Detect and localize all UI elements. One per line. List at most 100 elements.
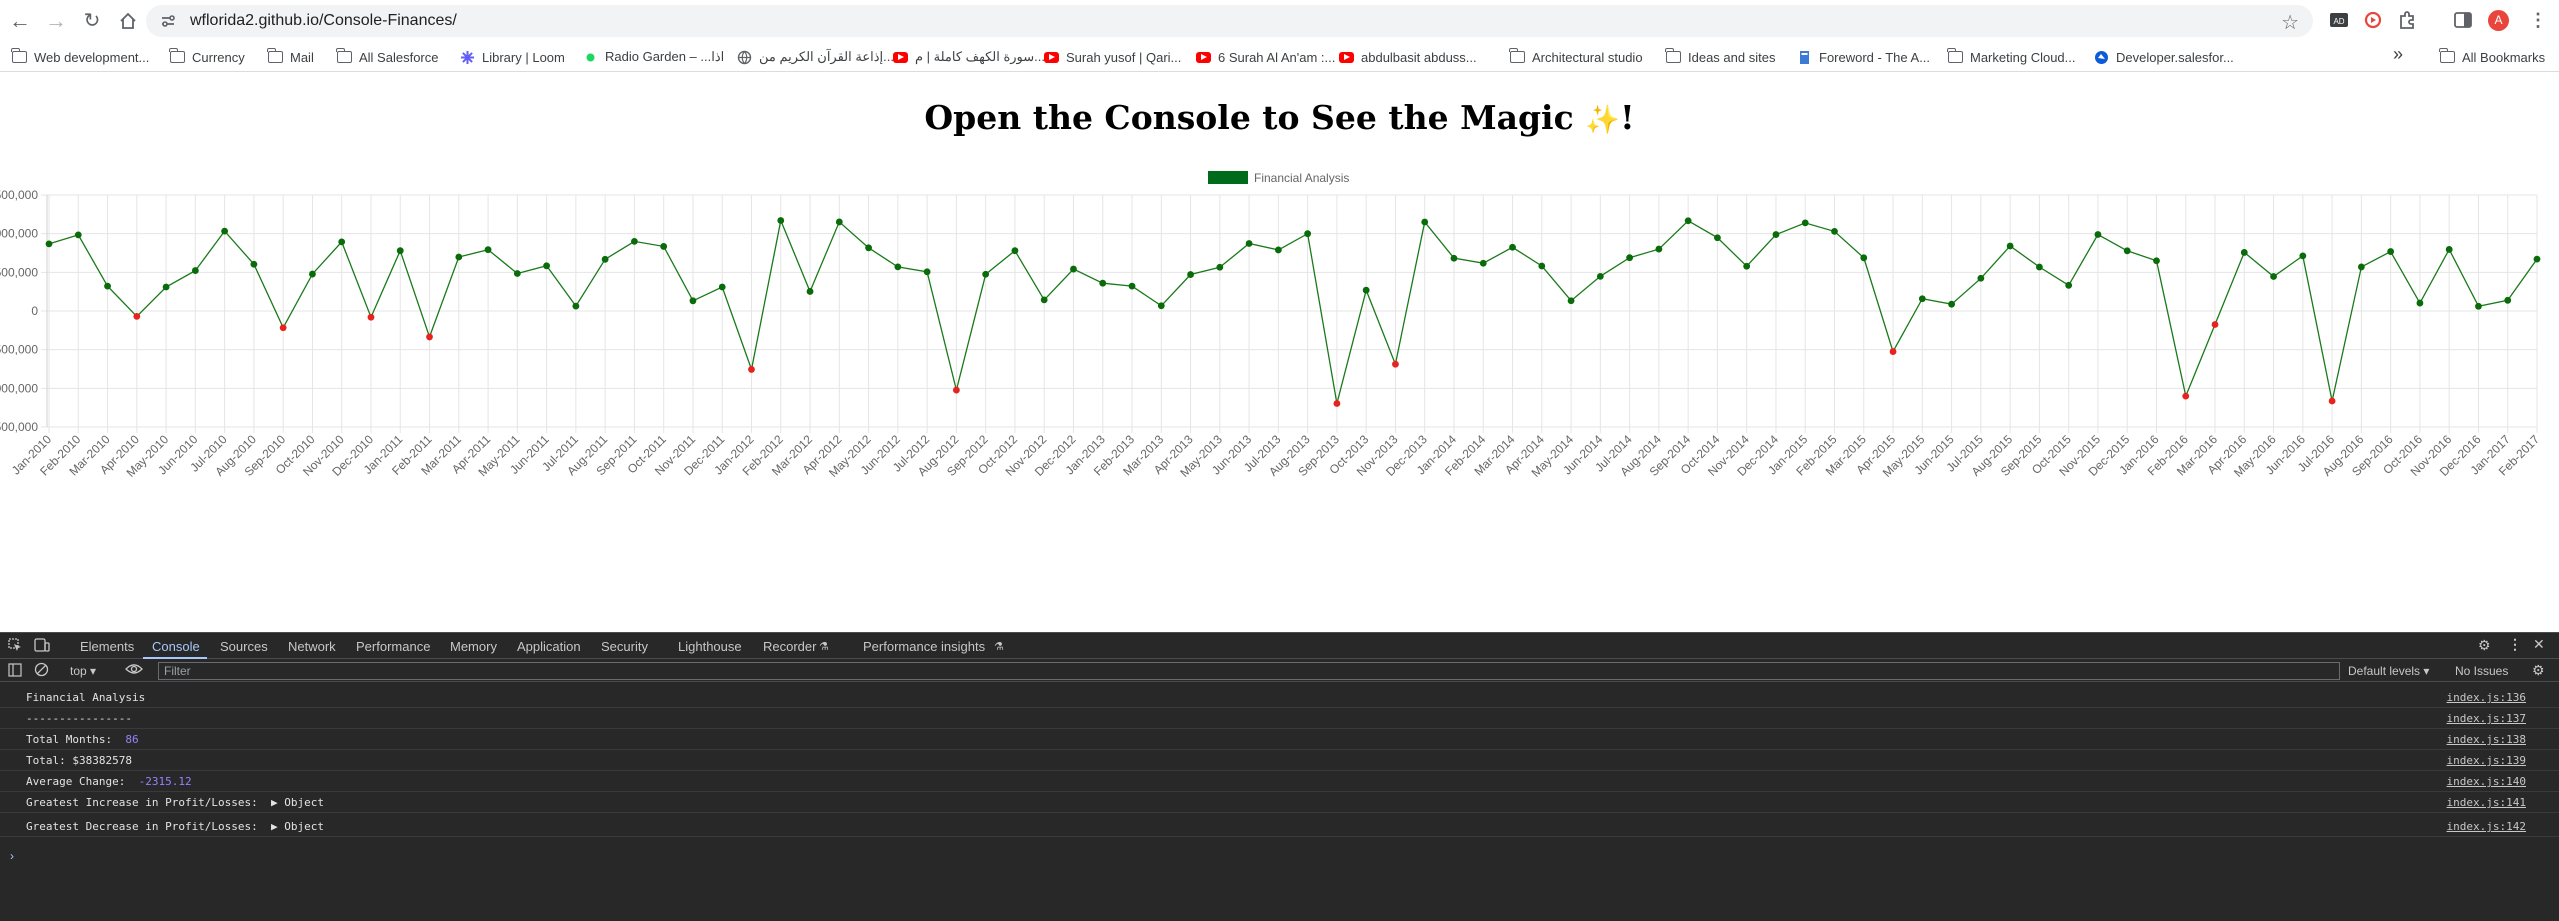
devtools-tab-console[interactable]: Console (152, 639, 200, 654)
bookmark-item[interactable]: Marketing Cloud... (1947, 48, 2076, 66)
data-point[interactable] (1889, 348, 1897, 355)
profile-avatar[interactable]: A (2488, 10, 2509, 31)
bookmark-item[interactable]: Ideas and sites (1665, 48, 1775, 66)
data-point[interactable] (2387, 248, 2395, 255)
devtools-tab-memory[interactable]: Memory (450, 639, 497, 654)
bookmark-item[interactable]: 6 Surah Al An'am :... (1196, 48, 1335, 66)
console-sidebar-icon[interactable] (8, 663, 22, 680)
data-point[interactable] (1918, 295, 1926, 303)
devtools-tab-performance-insights[interactable]: Performance insights (863, 639, 985, 654)
data-point[interactable] (45, 240, 53, 248)
data-point[interactable] (2094, 231, 2102, 238)
data-point[interactable] (133, 312, 141, 320)
data-point[interactable] (2445, 246, 2453, 253)
log-levels-dropdown[interactable]: Default levels ▾ (2348, 664, 2429, 678)
data-point[interactable] (1070, 265, 1077, 273)
data-point[interactable] (1099, 279, 1107, 287)
data-point[interactable] (1216, 263, 1224, 271)
data-point[interactable] (1801, 219, 1809, 227)
data-point[interactable] (2357, 263, 2365, 271)
data-point[interactable] (1157, 302, 1165, 310)
all-bookmarks-button[interactable]: All Bookmarks (2439, 48, 2545, 66)
data-point[interactable] (1948, 300, 1955, 308)
data-point[interactable] (748, 366, 755, 373)
data-point[interactable] (1362, 286, 1370, 294)
devtools-tab-performance[interactable]: Performance (356, 639, 430, 654)
data-point[interactable] (835, 218, 843, 226)
console-settings-icon[interactable]: ⚙ (2532, 662, 2545, 679)
data-point[interactable] (74, 231, 82, 239)
devtools-settings-icon[interactable]: ⚙ (2478, 637, 2491, 654)
bookmark-item[interactable]: Surah yusof | Qari... (1044, 48, 1181, 66)
bookmark-item[interactable]: Mail (267, 48, 314, 66)
data-point[interactable] (718, 283, 726, 291)
data-point[interactable] (2182, 392, 2190, 400)
bookmark-item[interactable]: All Salesforce (336, 48, 438, 66)
data-point[interactable] (1596, 272, 1604, 280)
recorder-extension-icon[interactable] (2362, 9, 2386, 33)
data-point[interactable] (1392, 360, 1399, 368)
data-point[interactable] (250, 260, 258, 268)
data-point[interactable] (2328, 397, 2336, 405)
bookmark-item[interactable]: Architectural studio (1509, 48, 1643, 66)
devtools-more-icon[interactable]: ⋮ (2508, 636, 2522, 653)
devtools-tab-network[interactable]: Network (288, 639, 336, 654)
reload-icon[interactable]: ↻ (79, 8, 105, 34)
data-point[interactable] (2475, 302, 2482, 310)
bookmark-item[interactable]: Radio Garden – ...اذا (583, 48, 724, 66)
devtools-tab-security[interactable]: Security (601, 639, 648, 654)
console-filter-input[interactable] (158, 662, 2340, 680)
data-point[interactable] (1831, 227, 1838, 235)
back-icon[interactable]: ← (7, 8, 33, 34)
console-source-link[interactable]: index.js:137 (2447, 712, 2526, 725)
data-point[interactable] (1772, 231, 1780, 238)
data-point[interactable] (1626, 254, 1634, 262)
bookmark-star-icon[interactable]: ☆ (2281, 10, 2299, 35)
data-point[interactable] (1450, 254, 1458, 262)
console-source-link[interactable]: index.js:142 (2447, 820, 2526, 833)
data-point[interactable] (2299, 252, 2307, 260)
home-icon[interactable] (115, 8, 141, 34)
data-point[interactable] (455, 253, 463, 261)
data-point[interactable] (2036, 263, 2043, 271)
devtools-tab-sources[interactable]: Sources (220, 639, 268, 654)
console-source-link[interactable]: index.js:140 (2447, 775, 2526, 788)
bookmark-item[interactable]: Developer.salesfor... (2094, 48, 2234, 66)
address-bar[interactable]: wflorida2.github.io/Console-Finances/ ☆ (146, 5, 2313, 37)
data-point[interactable] (1655, 245, 1663, 253)
data-point[interactable] (191, 267, 199, 274)
data-point[interactable] (484, 246, 492, 254)
data-point[interactable] (1040, 296, 1048, 304)
data-point[interactable] (1538, 262, 1546, 270)
bookmark-item[interactable]: سورة الكهف كاملة | م... (893, 48, 1045, 66)
bookmark-item[interactable]: Library | Loom (460, 48, 565, 66)
live-expression-eye-icon[interactable] (125, 662, 143, 679)
data-point[interactable] (777, 217, 785, 224)
console-source-link[interactable]: index.js:138 (2447, 733, 2526, 746)
devtools-tab-lighthouse[interactable]: Lighthouse (678, 639, 742, 654)
data-point[interactable] (1333, 400, 1341, 407)
data-point[interactable] (1509, 243, 1516, 251)
data-point[interactable] (982, 270, 990, 278)
data-point[interactable] (572, 302, 580, 310)
data-point[interactable] (2416, 299, 2424, 307)
context-selector[interactable]: top ▾ (70, 664, 96, 678)
data-point[interactable] (601, 255, 609, 263)
data-point[interactable] (1304, 230, 1312, 238)
bookmarks-overflow-button[interactable]: » (2393, 44, 2403, 64)
bookmark-item[interactable]: إذاعة القرآن الكريم من... (737, 48, 894, 66)
devtools-tab-elements[interactable]: Elements (80, 639, 134, 654)
data-point[interactable] (1011, 247, 1019, 255)
data-point[interactable] (1714, 234, 1721, 242)
device-toolbar-icon[interactable] (34, 638, 50, 655)
data-point[interactable] (1860, 254, 1868, 262)
data-point[interactable] (923, 268, 931, 276)
puzzle-extensions-icon[interactable] (2396, 9, 2420, 33)
data-point[interactable] (2123, 247, 2131, 255)
data-point[interactable] (806, 288, 814, 295)
data-point[interactable] (1479, 259, 1487, 267)
data-point[interactable] (2504, 296, 2512, 304)
forward-icon[interactable]: → (43, 8, 69, 34)
data-point[interactable] (2153, 257, 2160, 265)
data-point[interactable] (2211, 321, 2219, 328)
